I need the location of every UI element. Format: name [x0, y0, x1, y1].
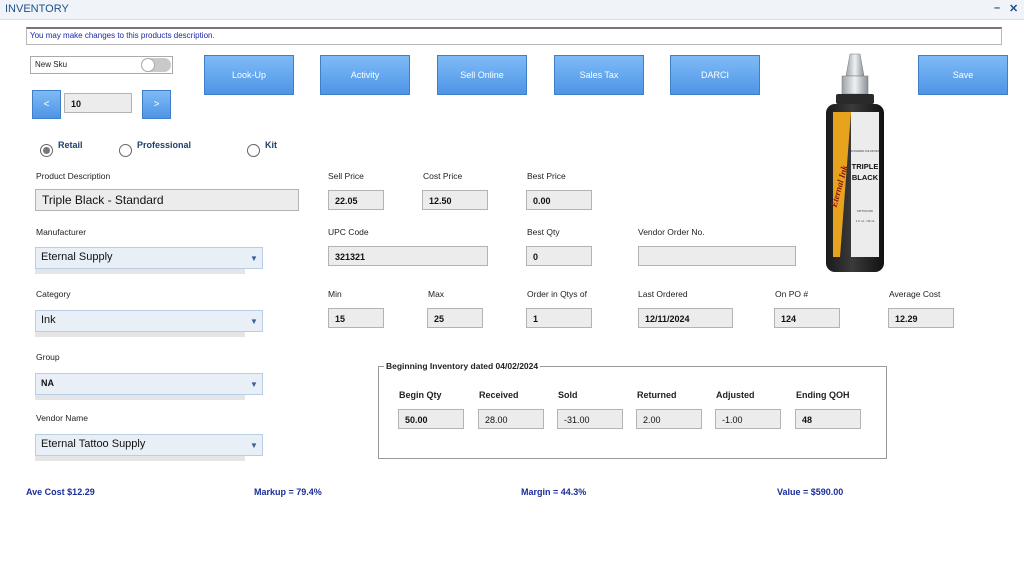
product-image: TRIPLE BLACK STANDARD COLOR HEX TATTOO I…: [826, 53, 884, 272]
group-value: NA: [41, 378, 54, 388]
chevron-down-icon[interactable]: ▼: [246, 311, 262, 331]
save-button[interactable]: Save: [918, 55, 1008, 95]
received-field[interactable]: 28.00: [478, 409, 544, 429]
ave-cost-summary: Ave Cost $12.29: [26, 487, 95, 497]
cost-price-label: Cost Price: [423, 171, 463, 181]
adjusted-field[interactable]: -1.00: [715, 409, 781, 429]
markup-summary: Markup = 79.4%: [254, 487, 322, 497]
manufacturer-label: Manufacturer: [36, 227, 87, 237]
last-ordered-label: Last Ordered: [638, 289, 688, 299]
vendor-name-label: Vendor Name: [36, 413, 88, 423]
adjusted-label: Adjusted: [716, 390, 755, 400]
record-index-field[interactable]: 10: [64, 93, 132, 113]
new-sku-label: New Sku: [35, 60, 68, 69]
sales-tax-button[interactable]: Sales Tax: [554, 55, 644, 95]
product-description-field[interactable]: Triple Black - Standard: [35, 189, 299, 211]
note-text: You may make changes to this products de…: [30, 31, 215, 40]
on-po-field[interactable]: 124: [774, 308, 840, 328]
value-summary: Value = $590.00: [777, 487, 844, 497]
product-description-label: Product Description: [36, 171, 111, 181]
chevron-down-icon[interactable]: ▼: [246, 435, 262, 455]
group-label: Group: [36, 352, 60, 362]
margin-summary: Margin = 44.3%: [521, 487, 587, 497]
retail-radio[interactable]: [40, 144, 53, 157]
close-icon[interactable]: ✕: [1009, 2, 1018, 15]
last-ordered-field[interactable]: 12/11/2024: [638, 308, 733, 328]
bottle-volume: 1 fl. oz. / 30 ml: [856, 219, 875, 223]
beginning-inventory-title: Beginning Inventory dated 04/02/2024: [384, 361, 541, 371]
activity-button[interactable]: Activity: [320, 55, 410, 95]
cost-price-field[interactable]: 12.50: [422, 190, 488, 210]
min-label: Min: [328, 289, 342, 299]
returned-label: Returned: [637, 390, 677, 400]
bottle-tag: TATTOO INK: [857, 209, 873, 213]
order-in-qtys-label: Order in Qtys of: [527, 289, 587, 299]
max-field[interactable]: 25: [427, 308, 483, 328]
next-button[interactable]: >: [142, 90, 171, 119]
lookup-button[interactable]: Look-Up: [204, 55, 294, 95]
previous-button[interactable]: <: [32, 90, 61, 119]
category-dropdown[interactable]: Ink ▼: [35, 310, 263, 332]
best-price-field[interactable]: 0.00: [526, 190, 592, 210]
window-title: INVENTORY: [5, 3, 69, 15]
bottle-name-line2: BLACK: [852, 173, 879, 182]
vendor-name-value: Eternal Tattoo Supply: [41, 438, 146, 450]
order-in-qtys-field[interactable]: 1: [526, 308, 592, 328]
category-value: Ink: [41, 314, 56, 326]
category-label: Category: [36, 289, 71, 299]
on-po-label: On PO #: [775, 289, 809, 299]
ending-qoh-label: Ending QOH: [796, 390, 850, 400]
sell-price-field[interactable]: 22.05: [328, 190, 384, 210]
kit-radio[interactable]: [247, 144, 260, 157]
sell-price-label: Sell Price: [328, 171, 364, 181]
bottle-name-line1: TRIPLE: [852, 162, 879, 171]
sold-field[interactable]: -31.00: [557, 409, 623, 429]
group-dropdown[interactable]: NA ▼: [35, 373, 263, 395]
received-label: Received: [479, 390, 519, 400]
min-field[interactable]: 15: [328, 308, 384, 328]
professional-label: Professional: [137, 140, 192, 150]
sell-online-button[interactable]: Sell Online: [437, 55, 527, 95]
toggle-track[interactable]: [141, 58, 171, 72]
vendor-name-dropdown[interactable]: Eternal Tattoo Supply ▼: [35, 434, 263, 456]
bottle-header: STANDARD COLOR HEX: [851, 150, 880, 153]
returned-field[interactable]: 2.00: [636, 409, 702, 429]
upc-code-label: UPC Code: [328, 227, 369, 237]
average-cost-field[interactable]: 12.29: [888, 308, 954, 328]
dropdown-underline: [35, 456, 245, 461]
best-qty-field[interactable]: 0: [526, 246, 592, 266]
average-cost-label: Average Cost: [889, 289, 941, 299]
toggle-knob: [141, 58, 155, 72]
new-sku-toggle[interactable]: New Sku: [30, 56, 173, 74]
dropdown-underline: [35, 269, 245, 274]
dropdown-underline: [35, 332, 245, 337]
dropdown-underline: [35, 395, 245, 400]
vendor-order-no-field[interactable]: [638, 246, 796, 266]
upc-code-field[interactable]: 321321: [328, 246, 488, 266]
best-qty-label: Best Qty: [527, 227, 560, 237]
retail-label: Retail: [58, 140, 83, 150]
best-price-label: Best Price: [527, 171, 566, 181]
description-note-field[interactable]: You may make changes to this products de…: [26, 27, 1002, 45]
darci-button[interactable]: DARCI: [670, 55, 760, 95]
chevron-down-icon[interactable]: ▼: [246, 374, 262, 394]
professional-radio[interactable]: [119, 144, 132, 157]
minimize-icon[interactable]: –: [994, 2, 1000, 14]
vendor-order-no-label: Vendor Order No.: [638, 227, 705, 237]
kit-label: Kit: [265, 140, 277, 150]
max-label: Max: [428, 289, 445, 299]
manufacturer-value: Eternal Supply: [41, 251, 113, 263]
title-bar: INVENTORY – ✕: [0, 0, 1024, 20]
sold-label: Sold: [558, 390, 578, 400]
chevron-down-icon[interactable]: ▼: [246, 248, 262, 268]
begin-qty-label: Begin Qty: [399, 390, 442, 400]
manufacturer-dropdown[interactable]: Eternal Supply ▼: [35, 247, 263, 269]
ending-qoh-field[interactable]: 48: [795, 409, 861, 429]
begin-qty-field[interactable]: 50.00: [398, 409, 464, 429]
